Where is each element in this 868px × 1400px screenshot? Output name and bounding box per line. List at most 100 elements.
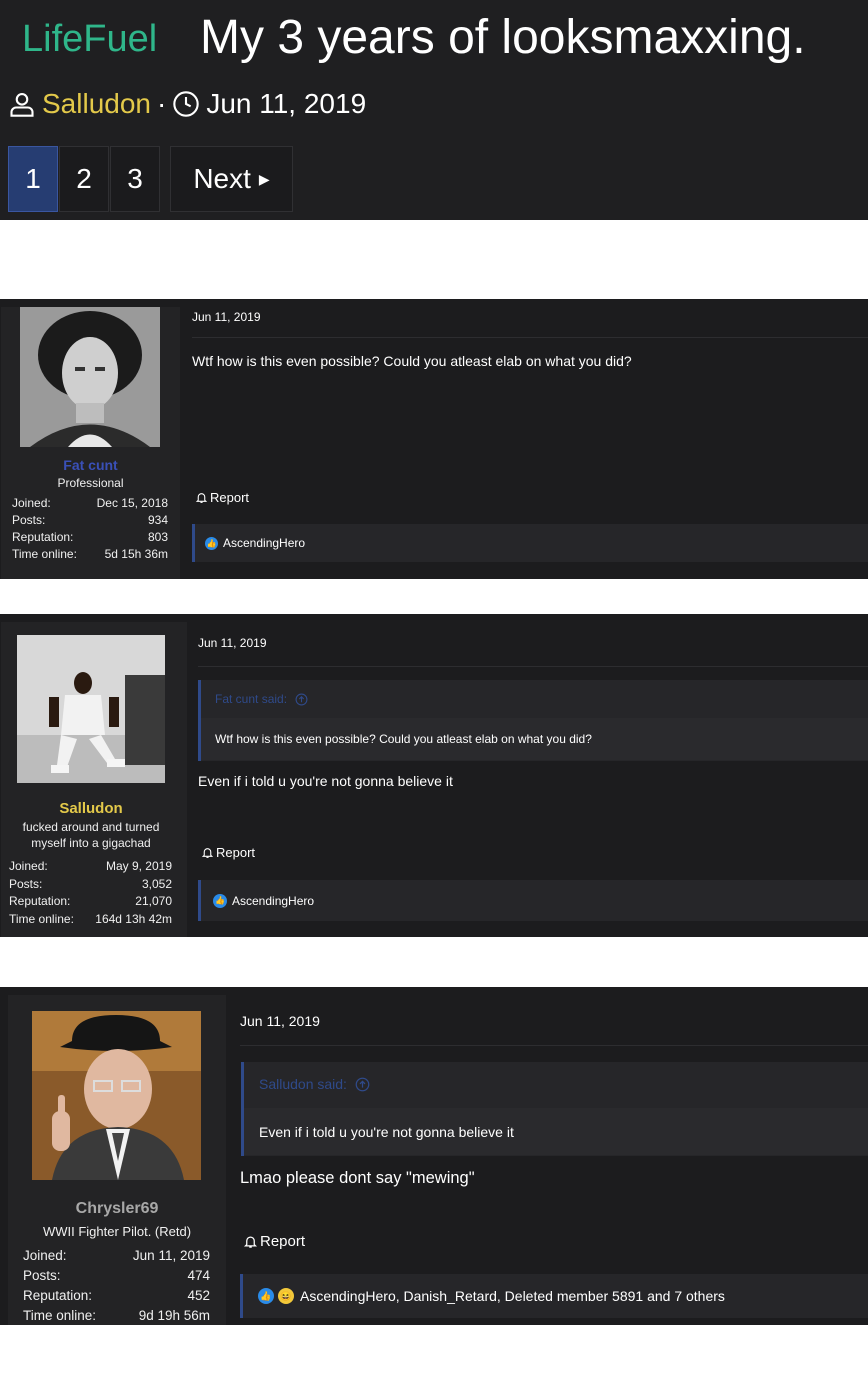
user-title: WWII Fighter Pilot. (Retd) — [42, 1224, 192, 1239]
report-button[interactable]: Report — [195, 490, 249, 505]
post-3: Chrysler69 WWII Fighter Pilot. (Retd) Jo… — [0, 987, 868, 1325]
quote-text: Even if i told u you're not gonna believ… — [244, 1108, 868, 1155]
reputation-label: Reputation: — [9, 894, 71, 908]
caret-right-icon: ▶ — [258, 170, 270, 187]
message-body: Lmao please dont say "mewing" — [240, 1169, 475, 1187]
joined-label: Joined: — [12, 496, 51, 510]
joined-label: Joined: — [9, 859, 48, 873]
quote-author: Salludon said: — [259, 1076, 347, 1092]
user-title: fucked around and turned myself into a g… — [22, 820, 160, 851]
avatar[interactable] — [32, 1011, 201, 1180]
laugh-icon: 😆 — [278, 1288, 294, 1304]
posts-label: Posts: — [12, 513, 46, 527]
reactions-list[interactable]: AscendingHero, Danish_Retard, Deleted me… — [300, 1288, 725, 1304]
reputation-value: 452 — [187, 1288, 210, 1303]
avatar[interactable] — [20, 307, 160, 447]
thread-date[interactable]: Jun 11, 2019 — [206, 88, 366, 120]
username[interactable]: Salludon — [1, 800, 181, 817]
username[interactable]: Chrysler69 — [8, 1200, 226, 1218]
posts-value: 934 — [147, 513, 168, 527]
reputation-value: 21,070 — [135, 894, 172, 908]
report-button[interactable]: Report — [201, 845, 255, 860]
user-title: Professional — [57, 476, 124, 490]
message-body: Even if i told u you're not gonna believ… — [198, 773, 453, 789]
page-2-button[interactable]: 2 — [59, 146, 109, 212]
quote-block: Fat cunt said: Wtf how is this even poss… — [198, 680, 868, 761]
like-icon: 👍 — [213, 893, 227, 908]
user-icon — [10, 93, 34, 117]
thread-title: My 3 years of looksmaxxing. — [200, 11, 806, 64]
bell-icon — [201, 848, 214, 858]
header-divider — [240, 1045, 868, 1046]
message-cell: Jun 11, 2019 Salludon said: Even if i to… — [227, 987, 868, 1325]
quote-text: Wtf how is this even possible? Could you… — [201, 718, 868, 760]
report-label: Report — [210, 490, 250, 505]
next-label: Next — [193, 163, 251, 194]
report-label: Report — [216, 845, 256, 860]
arrow-up-circle-icon — [355, 1077, 370, 1091]
joined-label: Joined: — [23, 1248, 67, 1263]
pagination: 1 2 3 Next ▶ — [8, 146, 294, 212]
user-cell: Salludon fucked around and turned myself… — [1, 622, 187, 937]
page-1-button[interactable]: 1 — [8, 146, 58, 212]
quote-block: Salludon said: Even if i told u you're n… — [241, 1062, 868, 1156]
message-cell: Jun 11, 2019 Wtf how is this even possib… — [181, 299, 868, 579]
like-icon: 👍 — [205, 536, 218, 550]
bell-icon — [243, 1236, 258, 1248]
boxer-photo-icon — [17, 635, 165, 783]
username[interactable]: Fat cunt — [1, 457, 180, 473]
reactions-list[interactable]: AscendingHero — [223, 536, 305, 550]
post-date[interactable]: Jun 11, 2019 — [198, 636, 267, 650]
header-divider — [198, 666, 868, 667]
quote-author: Fat cunt said: — [215, 692, 288, 706]
reactions-bar[interactable]: 👍 AscendingHero — [192, 524, 868, 562]
reactions-bar[interactable]: 👍 AscendingHero — [198, 880, 868, 921]
post-1: Fat cunt Professional Joined: Dec 15, 201… — [0, 299, 868, 579]
header-divider — [192, 337, 868, 338]
user-cell: Fat cunt Professional Joined: Dec 15, 201… — [1, 307, 180, 579]
thread-author[interactable]: Salludon — [42, 88, 151, 120]
arrow-up-circle-icon — [295, 693, 308, 705]
reputation-label: Reputation: — [12, 530, 74, 544]
user-stats: Joined: Jun 11, 2019 Posts: 474 Reputation… — [23, 1246, 210, 1325]
old-man-photo-icon — [32, 1011, 201, 1180]
post-date[interactable]: Jun 11, 2019 — [240, 1013, 320, 1029]
time-online-label: Time online: — [9, 911, 74, 926]
post-date[interactable]: Jun 11, 2019 — [192, 310, 261, 324]
next-page-button[interactable]: Next ▶ — [170, 146, 293, 212]
thread-header: LifeFuel My 3 years of looksmaxxing. Sal… — [0, 0, 868, 220]
report-button[interactable]: Report — [243, 1233, 305, 1250]
like-icon: 👍 — [258, 1288, 274, 1304]
reputation-label: Reputation: — [23, 1288, 93, 1303]
time-online-value: 9d 19h 56m — [138, 1308, 210, 1323]
time-online-label: Time online: — [23, 1308, 97, 1323]
page-3-button[interactable]: 3 — [110, 146, 160, 212]
reputation-value: 803 — [147, 530, 168, 544]
joined-value: Jun 11, 2019 — [132, 1248, 210, 1263]
bell-icon — [195, 493, 208, 503]
reactions-bar[interactable]: 👍 😆 AscendingHero, Danish_Retard, Delete… — [240, 1274, 868, 1318]
user-stats: Joined: May 9, 2019 Posts: 3,052 Reputatio… — [9, 858, 172, 928]
joined-value: May 9, 2019 — [105, 859, 172, 873]
quote-header[interactable]: Salludon said: — [259, 1076, 370, 1092]
avatar[interactable] — [17, 635, 165, 783]
clock-icon — [173, 91, 200, 117]
time-online-value: 164d 13h 42m — [95, 911, 172, 926]
time-online-value: 5d 15h 36m — [104, 547, 168, 561]
posts-value: 474 — [187, 1268, 210, 1283]
posts-value: 3,052 — [141, 876, 172, 891]
quote-header[interactable]: Fat cunt said: — [215, 692, 308, 706]
thread-prefix[interactable]: LifeFuel — [22, 18, 157, 61]
report-label: Report — [260, 1233, 306, 1250]
reactions-list[interactable]: AscendingHero — [232, 894, 314, 908]
posts-label: Posts: — [9, 876, 43, 891]
portrait-photo-icon — [20, 307, 160, 447]
post-2: Salludon fucked around and turned myself… — [0, 614, 868, 937]
joined-value: Dec 15, 2018 — [96, 496, 168, 510]
message-cell: Jun 11, 2019 Fat cunt said: Wtf how is t… — [187, 614, 868, 937]
posts-label: Posts: — [23, 1268, 61, 1283]
message-body: Wtf how is this even possible? Could you… — [192, 353, 632, 369]
time-online-label: Time online: — [12, 547, 77, 561]
user-stats: Joined: Dec 15, 2018 Posts: 934 Reputation… — [12, 495, 168, 563]
thread-meta: Salludon · Jun 11, 2019 — [8, 88, 366, 120]
